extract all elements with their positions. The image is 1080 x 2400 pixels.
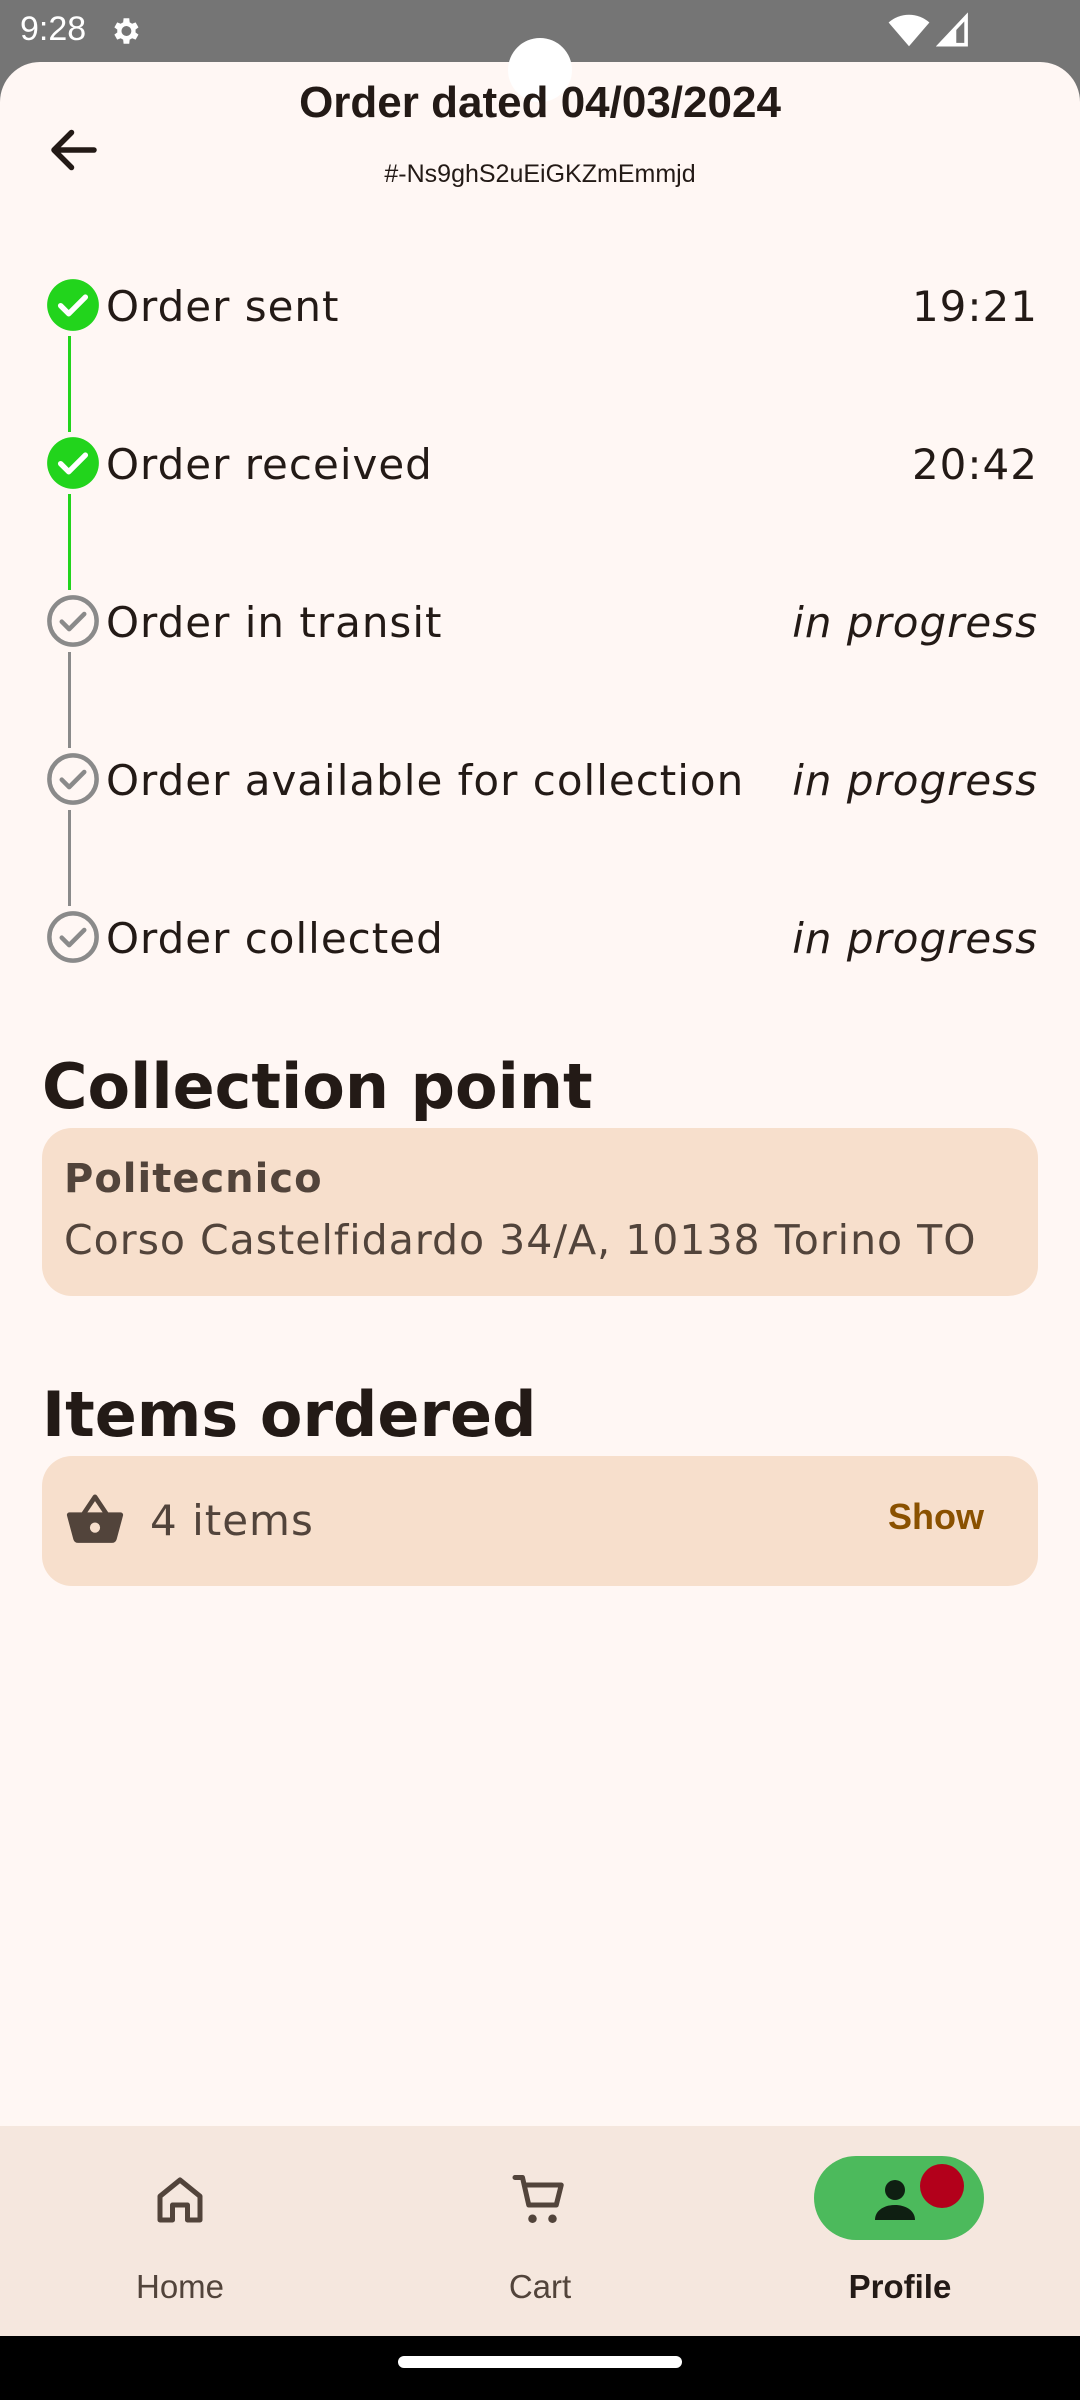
timeline-connector xyxy=(68,494,71,590)
check-circle-outline-icon xyxy=(47,595,99,647)
collection-point-card: Politecnico Corso Castelfidardo 34/A, 10… xyxy=(42,1128,1038,1296)
home-gesture-handle[interactable] xyxy=(398,2356,682,2368)
step-label: Order in transit xyxy=(106,598,443,647)
signal-icon xyxy=(936,12,968,47)
check-circle-outline-icon xyxy=(47,753,99,805)
timeline-step-collected: Order collected in progress xyxy=(0,902,1080,972)
timeline-connector xyxy=(68,652,71,748)
nav-item-profile[interactable]: Profile xyxy=(720,2126,1080,2336)
home-icon xyxy=(157,2177,203,2223)
step-label: Order received xyxy=(106,440,433,489)
items-count: 4 items xyxy=(150,1496,314,1545)
show-items-button[interactable]: Show xyxy=(864,1482,1008,1552)
step-label: Order collected xyxy=(106,914,444,963)
page-title: Order dated 04/03/2024 xyxy=(299,78,781,127)
status-time: 9:28 xyxy=(20,10,87,48)
wifi-icon xyxy=(888,14,930,47)
system-navigation-area xyxy=(0,2336,1080,2400)
timeline-step-received: Order received 20:42 xyxy=(0,428,1080,498)
step-time: in progress xyxy=(792,756,1038,805)
cart-icon xyxy=(512,2175,564,2223)
collection-point-address: Corso Castelfidardo 34/A, 10138 Torino T… xyxy=(64,1216,977,1264)
step-label: Order sent xyxy=(106,282,340,331)
basket-icon xyxy=(66,1494,124,1543)
step-label: Order available for collection xyxy=(106,756,745,805)
step-time: in progress xyxy=(792,598,1038,647)
check-circle-filled-icon xyxy=(47,279,99,331)
timeline-step-in-transit: Order in transit in progress xyxy=(0,586,1080,656)
nav-item-cart[interactable]: Cart xyxy=(360,2126,720,2336)
timeline-connector xyxy=(68,810,71,906)
items-ordered-title: Items ordered xyxy=(42,1378,537,1451)
timeline-step-sent: Order sent 19:21 xyxy=(0,270,1080,340)
timeline-connector xyxy=(68,336,71,432)
collection-point-title: Collection point xyxy=(42,1050,593,1123)
step-time: 20:42 xyxy=(911,440,1038,489)
nav-label-home: Home xyxy=(135,2268,225,2305)
step-time: in progress xyxy=(792,914,1038,963)
check-circle-filled-icon xyxy=(47,437,99,489)
collection-point-name: Politecnico xyxy=(64,1156,323,1202)
gear-icon xyxy=(114,18,139,44)
step-time: 19:21 xyxy=(911,282,1038,331)
bottom-navigation: Home Cart Profile xyxy=(0,2126,1080,2336)
items-ordered-card: 4 items Show xyxy=(42,1456,1038,1586)
order-id: #-Ns9ghS2uEiGKZmEmmjd xyxy=(384,160,696,188)
nav-item-home[interactable]: Home xyxy=(0,2126,360,2336)
notification-badge xyxy=(920,2164,964,2208)
nav-label-cart: Cart xyxy=(508,2268,572,2305)
timeline-step-available: Order available for collection in progre… xyxy=(0,744,1080,814)
nav-label-profile: Profile xyxy=(848,2268,952,2305)
check-circle-outline-icon xyxy=(47,911,99,963)
